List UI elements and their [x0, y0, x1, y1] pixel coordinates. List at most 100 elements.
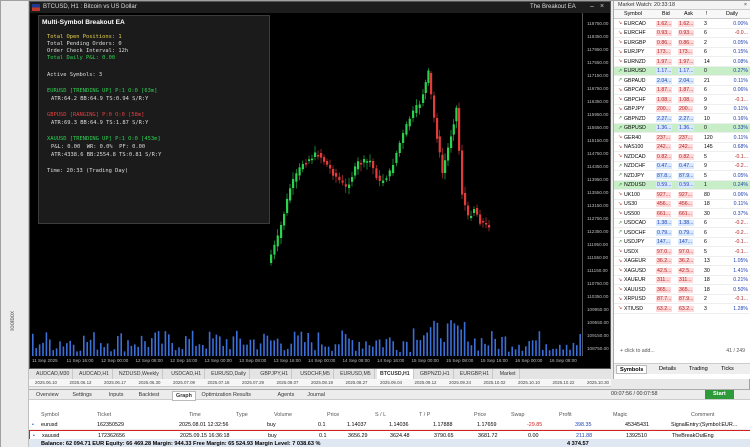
- tab-symbols[interactable]: Symbols: [616, 365, 648, 374]
- tester-tab[interactable]: Backtest: [136, 391, 163, 399]
- col-symbol[interactable]: Symbol: [41, 412, 59, 418]
- market-watch-row[interactable]: ↘ EURNZD 1.97... 1.97... 14 0.08%: [614, 57, 750, 67]
- market-watch-row[interactable]: ↗ GBPNZD 2.27... 2.27... 10 0.16%: [614, 114, 750, 124]
- market-watch-row[interactable]: ↘ USDX 97.0... 97.0... 5 -0.1...: [614, 247, 750, 257]
- market-watch-row[interactable]: ↘ EURCAD 1.62... 1.62... 3 0.00%: [614, 19, 750, 29]
- market-watch-row[interactable]: ↗ EURUSD 1.17... 1.17... 0 0.27%: [614, 66, 750, 76]
- col-comment[interactable]: Comment: [691, 412, 714, 418]
- market-watch-row[interactable]: ↗ NZDCHF 0.47... 0.47... 9 -0.2...: [614, 162, 750, 171]
- market-watch-row[interactable]: ↘ EURJPY 173... 173... 6 0.15%: [614, 48, 750, 57]
- chart-tab[interactable]: GBPJPY,H1: [257, 369, 293, 379]
- candle-body: [369, 160, 372, 163]
- tester-tab[interactable]: Journal: [304, 391, 328, 399]
- tester-tab[interactable]: Settings: [69, 391, 94, 399]
- market-watch-row[interactable]: ↘ EURCHF 0.93... 0.93... 6 -0.0...: [614, 29, 750, 38]
- chart-tab[interactable]: EURUSD,Daily: [208, 369, 250, 379]
- candle-body: [488, 225, 491, 228]
- col-profit[interactable]: Profit: [559, 412, 572, 418]
- market-watch-row[interactable]: ↘ XTIUSD 63.2... 63.2... 3 1.28%: [614, 304, 750, 314]
- start-button[interactable]: Start: [705, 390, 734, 399]
- row-comment: TheBreakOutEng: [672, 432, 714, 439]
- arrow-down-icon: ↘: [618, 191, 623, 197]
- market-watch-row[interactable]: ↗ USDJPY 147... 147... 6 -0.1...: [614, 238, 750, 247]
- candle-body: [363, 159, 366, 163]
- col-magic[interactable]: Magic: [613, 412, 627, 418]
- col-price[interactable]: Price: [327, 412, 339, 418]
- market-watch-row[interactable]: ↘ XAUEUR 311... 311... 18 0.21%: [614, 276, 750, 285]
- col-swap[interactable]: Swap: [511, 412, 525, 418]
- chart-tab[interactable]: AUDCAD,H1: [76, 369, 113, 379]
- toolbox-side-label[interactable]: Toolbox: [10, 311, 16, 332]
- market-watch-row[interactable]: ↘ XAGUSD 42.5... 42.5... 30 1.41%: [614, 266, 750, 276]
- col-volume[interactable]: Volume: [274, 412, 292, 418]
- chart-tab[interactable]: USDCHF,M5: [297, 369, 334, 379]
- volume-bar: [225, 339, 228, 356]
- market-watch-row[interactable]: ↘ NAS100 242... 242... 145 0.68%: [614, 143, 750, 152]
- col-type[interactable]: Type: [236, 412, 248, 418]
- chart-tab[interactable]: USDCAD,H1: [168, 369, 206, 379]
- market-watch-row[interactable]: ↘ GBPCAD 1.87... 1.87... 6 0.06%: [614, 86, 750, 95]
- market-watch-row[interactable]: ↗ NZDJPY 87.8... 87.9... 5 0.05%: [614, 171, 750, 181]
- col-daily[interactable]: Daily: [726, 11, 738, 17]
- ask-price: 311...: [678, 277, 693, 283]
- market-watch-row[interactable]: ↘ GBPCHF 1.08... 1.08... 9 -0.1...: [614, 95, 750, 105]
- market-watch-row[interactable]: ↘ XAGEUR 36.2... 36.2... 13 1.05%: [614, 257, 750, 266]
- chart-tab[interactable]: EURGBP,H1: [457, 369, 494, 379]
- minimize-icon[interactable]: –: [588, 3, 596, 11]
- market-watch-row[interactable]: ↗ NZDUSD 0.59... 0.59... 1 0.24%: [614, 180, 750, 190]
- volume-bar: [62, 346, 65, 356]
- tester-tab[interactable]: Inputs: [106, 391, 127, 399]
- spread: 6: [704, 220, 707, 226]
- col-ticket[interactable]: Ticket: [97, 412, 111, 418]
- market-watch-row[interactable]: ↘ EURGBP 0.86... 0.86... 2 0.05%: [614, 38, 750, 48]
- market-watch-row[interactable]: ↗ GBPAUD 2.04... 2.04... 21 0.11%: [614, 76, 750, 86]
- col-spread[interactable]: !: [706, 11, 708, 17]
- tab-details[interactable]: Details: [656, 365, 679, 374]
- chart-tab[interactable]: NZDUSD,Weekly: [116, 369, 163, 379]
- market-watch-row[interactable]: ↘ XAUUSD 365... 365... 18 0.50%: [614, 285, 750, 295]
- position-row[interactable]: ▪ eurusd 162350529 2025.08.01 12:32:56 buy 0.…: [29, 420, 750, 430]
- chart-tab[interactable]: EURUSD,M5: [337, 369, 375, 379]
- col-tp[interactable]: T / P: [419, 412, 430, 418]
- close-icon[interactable]: ×: [598, 3, 606, 11]
- col-current-price[interactable]: Price: [474, 412, 486, 418]
- tab-ticks[interactable]: Ticks: [718, 365, 737, 374]
- col-time[interactable]: Time: [189, 412, 201, 418]
- col-bid[interactable]: Bid: [662, 11, 670, 17]
- col-sl[interactable]: S / L: [375, 412, 386, 418]
- tester-tab[interactable]: Agents: [275, 391, 298, 399]
- add-symbol-link[interactable]: + click to add...: [620, 348, 655, 354]
- col-ask[interactable]: Ask: [684, 11, 693, 17]
- arrow-down-icon: ↘: [618, 58, 623, 64]
- market-watch-row[interactable]: ↘ NZDCAD 0.82... 0.82... 5 -0.1...: [614, 152, 750, 162]
- chart-tab[interactable]: BTCUSD,H1: [377, 369, 414, 379]
- daily-change: -0.2...: [734, 163, 748, 169]
- market-watch-row[interactable]: ↗ GBPUSD 1.36... 1.36... 0 0.33%: [614, 123, 750, 133]
- tester-tab[interactable]: Optimization Results: [199, 391, 254, 399]
- tester-tab[interactable]: Overview: [33, 391, 61, 399]
- tab-trading[interactable]: Trading: [686, 365, 711, 374]
- market-watch-row[interactable]: ↗ USDCAD 1.38... 1.38... 6 -0.2...: [614, 219, 750, 228]
- close-icon[interactable]: ×: [744, 1, 747, 10]
- tester-tab[interactable]: Graph: [172, 391, 196, 401]
- daily-change: 0.24%: [733, 182, 748, 188]
- chart-tab[interactable]: AUDCAD,M30: [33, 369, 74, 379]
- volume-bar: [382, 347, 384, 356]
- price-tick-label: 115550.00: [587, 125, 609, 130]
- col-symbol[interactable]: Symbol: [624, 11, 642, 17]
- market-watch-row[interactable]: ↘ UK100 927... 927... 80 0.06%: [614, 190, 750, 200]
- bid-price: 456...: [656, 201, 671, 207]
- position-row[interactable]: ▪ xauusd 172362656 2025.09.15 16:36:18 buy 0.…: [29, 429, 750, 440]
- market-watch-row[interactable]: ↘ XRPUSD 87.7... 87.9... 2 -0.1...: [614, 295, 750, 304]
- market-watch-row[interactable]: ↘ GBPJPY 200... 200... 9 0.11%: [614, 105, 750, 114]
- volume-bar: [433, 320, 435, 356]
- arrow-down-icon: ↘: [618, 20, 623, 26]
- candle-body: [375, 168, 378, 179]
- market-watch-row[interactable]: ↗ USDCHF 0.79... 0.79... 6 -0.2...: [614, 228, 750, 238]
- chart-tab[interactable]: Market: [497, 369, 520, 379]
- market-watch-row[interactable]: ↘ US500 661... 661... 30 0.37%: [614, 209, 750, 219]
- market-watch-row[interactable]: ↘ US30 456... 456... 18 0.11%: [614, 200, 750, 209]
- chart-tab[interactable]: GBPNZD,H1: [417, 369, 454, 379]
- candle-body: [332, 169, 335, 176]
- market-watch-row[interactable]: ↘ GER40 237... 237... 120 0.11%: [614, 133, 750, 143]
